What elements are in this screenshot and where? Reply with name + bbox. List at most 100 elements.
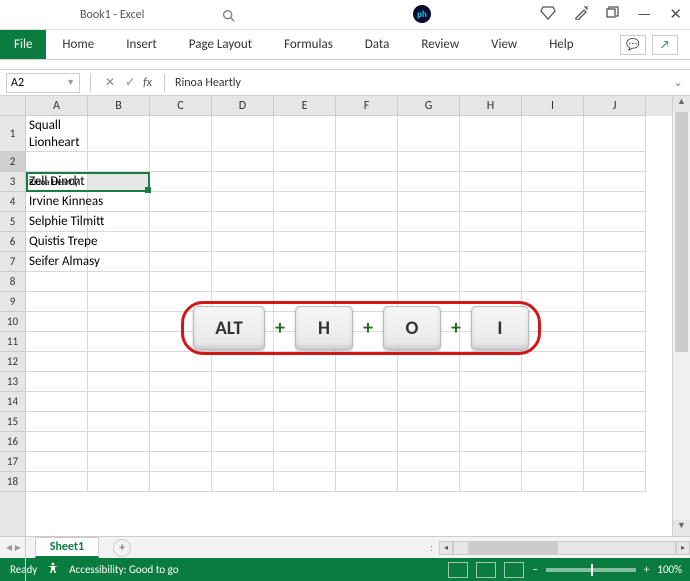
cell-a6[interactable]: Quistis Trepe <box>26 232 88 252</box>
cell[interactable] <box>26 352 88 372</box>
cell[interactable] <box>150 392 212 412</box>
row-header-11[interactable]: 11 <box>0 332 26 352</box>
cell[interactable] <box>26 432 88 452</box>
cell[interactable] <box>584 116 646 152</box>
cell[interactable] <box>460 272 522 292</box>
tab-help[interactable]: Help <box>533 30 589 59</box>
row-header-10[interactable]: 10 <box>0 312 26 332</box>
cell[interactable] <box>274 152 336 172</box>
row-header-13[interactable]: 13 <box>0 372 26 392</box>
cell[interactable] <box>88 192 150 212</box>
cell[interactable] <box>274 192 336 212</box>
cell[interactable] <box>212 152 274 172</box>
vertical-scrollbar[interactable]: ▲ ▼ <box>672 96 690 536</box>
enter-button[interactable]: ✓ <box>125 75 135 90</box>
cell[interactable] <box>150 452 212 472</box>
comments-button[interactable]: 💬 <box>620 35 646 55</box>
cell[interactable] <box>274 452 336 472</box>
cell[interactable] <box>88 212 150 232</box>
cell[interactable] <box>584 412 646 432</box>
cell[interactable] <box>274 272 336 292</box>
cell[interactable] <box>336 472 398 492</box>
cell[interactable] <box>212 372 274 392</box>
cell[interactable] <box>336 252 398 272</box>
cell[interactable] <box>26 332 88 352</box>
cell[interactable] <box>88 452 150 472</box>
cell[interactable] <box>398 392 460 412</box>
cell-a5[interactable]: Selphie Tilmitt <box>26 212 88 232</box>
cell[interactable] <box>336 452 398 472</box>
cell[interactable] <box>522 432 584 452</box>
cell[interactable] <box>336 232 398 252</box>
cell-a4[interactable]: Irvine Kinneas <box>26 192 88 212</box>
scroll-thumb[interactable] <box>468 542 558 554</box>
cell[interactable] <box>274 432 336 452</box>
cell[interactable] <box>212 272 274 292</box>
col-header-c[interactable]: C <box>150 96 212 116</box>
cell[interactable] <box>212 452 274 472</box>
view-page-break-button[interactable] <box>504 562 524 578</box>
cell[interactable] <box>26 272 88 292</box>
cell[interactable] <box>212 472 274 492</box>
cell[interactable] <box>26 372 88 392</box>
minimize-button[interactable]: — <box>637 5 651 24</box>
scroll-grip-icon[interactable]: : <box>430 541 433 554</box>
cell[interactable] <box>584 392 646 412</box>
tab-home[interactable]: Home <box>46 30 110 59</box>
cell[interactable] <box>522 252 584 272</box>
name-box[interactable]: A2 ▼ <box>6 73 80 93</box>
cell-b1[interactable] <box>88 116 150 152</box>
cell[interactable] <box>584 432 646 452</box>
search-icon[interactable] <box>222 8 235 27</box>
col-header-b[interactable]: B <box>88 96 150 116</box>
cell[interactable] <box>584 272 646 292</box>
cell[interactable] <box>336 392 398 412</box>
cell[interactable] <box>584 332 646 352</box>
account-avatar[interactable]: ph <box>413 5 431 23</box>
row-header-18[interactable]: 18 <box>0 472 26 492</box>
cell[interactable] <box>212 172 274 192</box>
cell[interactable] <box>150 212 212 232</box>
cell-a7[interactable]: Seifer Almasy <box>26 252 88 272</box>
cell[interactable] <box>584 212 646 232</box>
row-header-12[interactable]: 12 <box>0 352 26 372</box>
cell[interactable] <box>26 392 88 412</box>
cell[interactable] <box>274 352 336 372</box>
cell[interactable] <box>398 372 460 392</box>
cell[interactable] <box>398 472 460 492</box>
cell[interactable] <box>274 412 336 432</box>
cell[interactable] <box>460 452 522 472</box>
cell[interactable] <box>522 212 584 232</box>
cell[interactable] <box>274 212 336 232</box>
close-button[interactable]: ✕ <box>669 5 682 24</box>
cell[interactable] <box>522 452 584 472</box>
cell[interactable] <box>212 252 274 272</box>
cell[interactable] <box>522 392 584 412</box>
cell[interactable] <box>460 392 522 412</box>
zoom-in-button[interactable]: + <box>644 563 649 576</box>
cell[interactable] <box>212 116 274 152</box>
tab-data[interactable]: Data <box>349 30 406 59</box>
cell[interactable] <box>88 232 150 252</box>
status-accessibility[interactable]: Accessibility: Good to go <box>69 563 178 576</box>
scroll-left-arrow[interactable]: ◂ <box>439 541 453 555</box>
cell[interactable] <box>584 472 646 492</box>
cell[interactable] <box>150 472 212 492</box>
tab-view[interactable]: View <box>475 30 533 59</box>
cell[interactable] <box>88 432 150 452</box>
cell[interactable] <box>460 212 522 232</box>
col-header-j[interactable]: J <box>584 96 646 116</box>
zoom-slider[interactable] <box>546 568 636 572</box>
cell[interactable] <box>88 332 150 352</box>
cell[interactable] <box>398 172 460 192</box>
cell[interactable] <box>398 232 460 252</box>
cell[interactable] <box>212 412 274 432</box>
cell[interactable] <box>336 272 398 292</box>
row-header-14[interactable]: 14 <box>0 392 26 412</box>
cell[interactable] <box>150 192 212 212</box>
cells[interactable]: SquallLionheart Rinoa Heartly Zell Dinch… <box>26 116 672 536</box>
cell[interactable] <box>274 372 336 392</box>
cell-b2[interactable] <box>88 152 150 172</box>
tab-file[interactable]: File <box>0 30 46 59</box>
row-headers[interactable]: 1 2 3 4 5 6 7 8 9 10 11 12 13 14 15 16 1… <box>0 116 26 536</box>
